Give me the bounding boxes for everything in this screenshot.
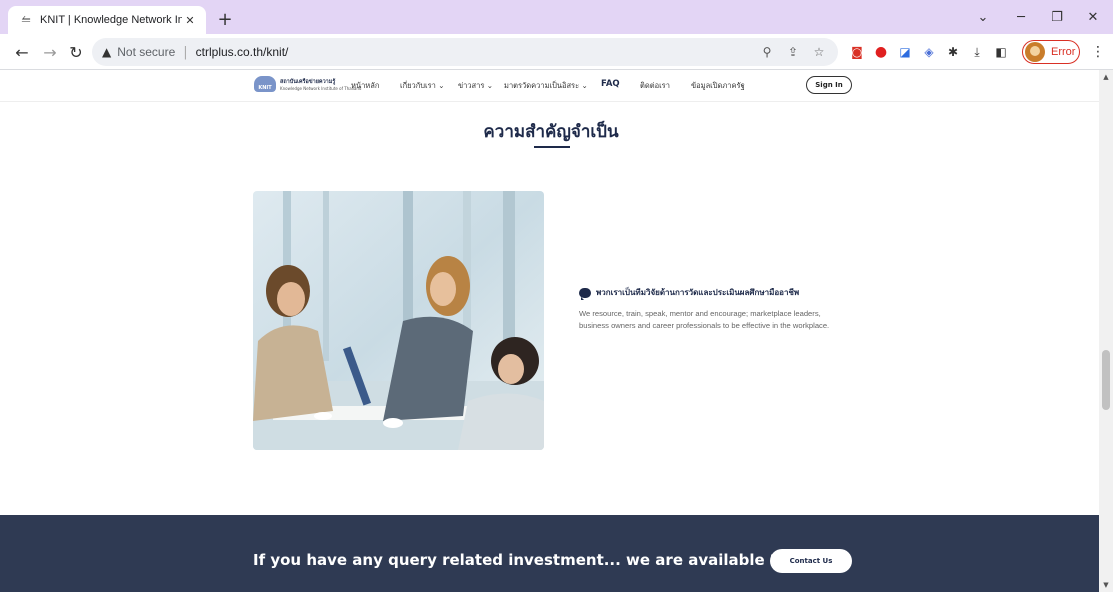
nav-independence-scale[interactable]: มาตรวัดความเป็นอิสระ ⌄ — [504, 80, 588, 92]
contact-us-button[interactable]: Contact Us — [770, 549, 852, 573]
sign-in-button[interactable]: Sign In — [806, 76, 852, 94]
side-panel-icon[interactable]: ◧ — [992, 43, 1010, 61]
bookmark-star-icon[interactable]: ☆ — [810, 43, 828, 61]
chevron-down-icon: ⌄ — [581, 81, 588, 90]
feature-title: พวกเราเป็นทีมวิจัยด้านการวัดและประเมินผล… — [579, 286, 800, 300]
scroll-up-arrow-icon[interactable]: ▲ — [1102, 72, 1110, 82]
download-icon[interactable]: ⤓ — [968, 43, 986, 61]
not-secure-label[interactable]: Not secure — [117, 45, 175, 59]
url-text[interactable]: ctrlplus.co.th/knit/ — [196, 45, 289, 59]
extension-pdf-icon[interactable]: ◙ — [848, 43, 866, 61]
page-scrollbar[interactable]: ▲ ▼ — [1099, 70, 1113, 592]
nav-contact[interactable]: ติดต่อเรา — [640, 80, 670, 92]
heading-underline — [534, 146, 570, 148]
tab-search-chevron-down-icon[interactable]: ⌄ — [968, 4, 998, 30]
site-logo[interactable]: KNIT สถาบันเครือข่ายความรู้ Knowledge Ne… — [254, 76, 361, 92]
office-meeting-photo — [253, 191, 544, 450]
browser-tab-knit[interactable]: ⥪ KNIT | Knowledge Network Instit ✕ — [8, 6, 206, 34]
address-bar[interactable]: ▲ Not secure | ctrlplus.co.th/knit/ ⚲ ⇪ … — [92, 38, 838, 66]
browser-toolbar: ← → ↻ ▲ Not secure | ctrlplus.co.th/knit… — [0, 34, 1113, 70]
nav-faq[interactable]: FAQ — [601, 79, 620, 89]
nav-home[interactable]: หน้าหลัก — [351, 80, 379, 92]
site-navigation: KNIT สถาบันเครือข่ายความรู้ Knowledge Ne… — [0, 70, 1099, 102]
extension-diamond-icon[interactable]: ◈ — [920, 43, 938, 61]
minimize-icon[interactable]: ─ — [1006, 4, 1036, 30]
tab-title: KNIT | Knowledge Network Instit — [40, 14, 182, 26]
extensions-puzzle-icon[interactable]: ✱ — [944, 43, 962, 61]
close-window-icon[interactable]: ✕ — [1078, 4, 1108, 30]
avatar — [1025, 42, 1045, 62]
nav-about-label: เกี่ยวกับเรา — [400, 81, 436, 90]
extension-opera-icon[interactable]: ● — [872, 43, 890, 61]
share-icon[interactable]: ⇪ — [784, 43, 802, 61]
scroll-down-arrow-icon[interactable]: ▼ — [1102, 580, 1110, 590]
site-favicon-icon: ⥪ — [21, 13, 31, 26]
contact-cta-band: If you have any query related investment… — [0, 515, 1099, 592]
web-page: KNIT สถาบันเครือข่ายความรู้ Knowledge Ne… — [0, 70, 1099, 592]
new-tab-button[interactable]: + — [214, 8, 236, 30]
reload-icon[interactable]: ↻ — [64, 40, 88, 64]
scrollbar-thumb[interactable] — [1102, 350, 1110, 410]
profile-error-label: Error — [1051, 46, 1076, 58]
nav-about[interactable]: เกี่ยวกับเรา ⌄ — [400, 80, 445, 92]
zoom-icon[interactable]: ⚲ — [758, 43, 776, 61]
section-heading: ความสำคัญจำเป็น — [483, 122, 619, 142]
url-separator: | — [183, 44, 188, 60]
feature-title-text: พวกเราเป็นทีมวิจัยด้านการวัดและประเมินผล… — [596, 288, 800, 297]
browser-menu-icon[interactable]: ⋮ — [1090, 42, 1106, 62]
chat-bubble-icon — [579, 287, 591, 300]
feature-description: We resource, train, speak, mentor and en… — [579, 309, 830, 330]
logo-line1: สถาบันเครือข่ายความรู้ — [280, 78, 336, 85]
nav-news[interactable]: ข่าวสาร ⌄ — [458, 80, 493, 92]
restore-icon[interactable]: ❐ — [1042, 4, 1072, 30]
extension-translate-icon[interactable]: ◪ — [896, 43, 914, 61]
logo-line2: Knowledge Network Institute of Thailand — [280, 85, 362, 91]
logo-mark: KNIT — [254, 76, 276, 92]
nav-news-label: ข่าวสาร — [458, 81, 485, 90]
close-tab-icon[interactable]: ✕ — [182, 12, 198, 28]
forward-arrow-icon[interactable]: → — [38, 40, 62, 64]
nav-independence-label: มาตรวัดความเป็นอิสระ — [504, 81, 580, 90]
warning-triangle-icon[interactable]: ▲ — [102, 45, 111, 59]
chevron-down-icon: ⌄ — [438, 81, 445, 90]
profile-error-button[interactable]: Error — [1022, 40, 1080, 64]
chevron-down-icon: ⌄ — [486, 81, 494, 90]
nav-open-data[interactable]: ข้อมูลเปิดภาครัฐ — [691, 80, 745, 92]
back-arrow-icon[interactable]: ← — [10, 40, 34, 64]
tab-strip: ⥪ KNIT | Knowledge Network Instit ✕ + ⌄ … — [0, 0, 1113, 34]
cta-text: If you have any query related investment… — [253, 551, 807, 569]
